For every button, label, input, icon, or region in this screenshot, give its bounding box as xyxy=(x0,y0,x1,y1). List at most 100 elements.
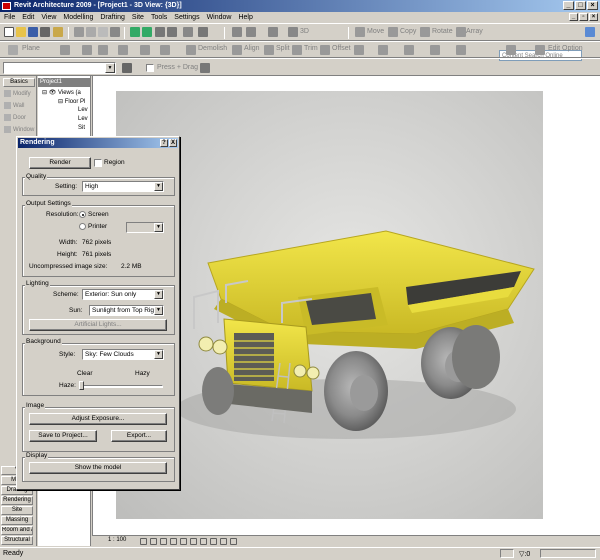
tool-icon[interactable] xyxy=(82,45,92,55)
filter-icon[interactable]: ▽:0 xyxy=(519,549,530,560)
design-tab-room-area[interactable]: Room and Area xyxy=(1,526,33,535)
design-tab-site[interactable]: Site xyxy=(1,506,33,515)
print-icon[interactable] xyxy=(40,27,50,37)
tool-icon[interactable] xyxy=(430,45,440,55)
tool-icon[interactable] xyxy=(456,45,466,55)
design-item-wall[interactable]: Wall xyxy=(4,102,24,109)
background-style-select[interactable]: Sky: Few Clouds ▼ xyxy=(82,349,164,360)
export-button[interactable]: Export... xyxy=(111,430,167,442)
lock-icon[interactable] xyxy=(230,538,237,545)
save-icon[interactable] xyxy=(28,27,38,37)
demolish-label[interactable]: Demolish xyxy=(198,45,227,52)
menu-window[interactable]: Window xyxy=(207,14,232,21)
redo-icon[interactable] xyxy=(142,27,152,37)
split-label[interactable]: Split xyxy=(276,45,290,52)
callout-icon[interactable] xyxy=(268,27,278,37)
save-to-project-button[interactable]: Save to Project... xyxy=(29,430,97,442)
region-checkbox[interactable] xyxy=(94,159,102,167)
move-icon[interactable] xyxy=(355,27,365,37)
tree-node-floor-plans[interactable]: ⊟ Floor Pl xyxy=(58,98,85,105)
shadows-icon[interactable] xyxy=(160,538,167,545)
design-item-door[interactable]: Door xyxy=(4,114,26,121)
design-tab-massing[interactable]: Massing xyxy=(1,516,33,525)
tree-node-level[interactable]: Lev xyxy=(78,116,88,122)
tool-icon[interactable] xyxy=(404,45,414,55)
copy-label[interactable]: Copy xyxy=(400,28,416,35)
tool-icon[interactable] xyxy=(118,45,128,55)
edit-option-icon[interactable] xyxy=(535,45,545,55)
crop-icon[interactable] xyxy=(180,538,187,545)
artificial-lights-button[interactable]: Artificial Lights... xyxy=(29,319,167,331)
rotate-label[interactable]: Rotate xyxy=(432,28,453,35)
tool-icon[interactable] xyxy=(506,45,516,55)
menu-view[interactable]: View xyxy=(41,14,56,21)
measure-icon[interactable] xyxy=(155,27,165,37)
printer-dpi-select[interactable]: ▼ xyxy=(126,222,164,233)
array-label[interactable]: Array xyxy=(466,28,483,35)
design-tab-structural[interactable]: Structural xyxy=(1,536,33,545)
hide-isolate-icon[interactable] xyxy=(200,538,207,545)
tree-node-level[interactable]: Lev xyxy=(78,107,88,113)
offset-icon[interactable] xyxy=(320,45,330,55)
elevation-icon[interactable] xyxy=(232,27,242,37)
offset-label[interactable]: Offset xyxy=(332,45,351,52)
press-drag-checkbox[interactable] xyxy=(146,64,154,72)
menu-site[interactable]: Site xyxy=(132,14,144,21)
tree-node-site[interactable]: Sit xyxy=(78,125,85,131)
demolish-icon[interactable] xyxy=(186,45,196,55)
mdi-close-button[interactable]: × xyxy=(589,13,598,21)
menu-drafting[interactable]: Drafting xyxy=(100,14,125,21)
screen-radio[interactable] xyxy=(79,211,86,218)
menu-file[interactable]: File xyxy=(4,14,15,21)
sun-select[interactable]: Sunlight from Top Right ▼ xyxy=(89,305,164,316)
revit-app-icon[interactable] xyxy=(2,2,11,10)
design-item-window[interactable]: Window xyxy=(4,126,34,133)
help-button[interactable]: ? xyxy=(160,139,168,147)
tool-icon[interactable] xyxy=(378,45,388,55)
section-icon[interactable] xyxy=(246,27,256,37)
zoom-icon[interactable] xyxy=(198,27,208,37)
haze-slider-thumb[interactable] xyxy=(79,381,84,390)
properties-icon[interactable] xyxy=(122,63,132,73)
tool-icon[interactable] xyxy=(140,45,150,55)
menu-modelling[interactable]: Modelling xyxy=(63,14,93,21)
mdi-restore-button[interactable]: ▫ xyxy=(579,13,588,21)
menu-help[interactable]: Help xyxy=(238,14,252,21)
printer-radio[interactable] xyxy=(79,223,86,230)
array-icon[interactable] xyxy=(456,27,466,37)
edit-option-label[interactable]: Edit Option xyxy=(548,45,583,52)
open-icon[interactable] xyxy=(16,27,26,37)
tool-icon[interactable] xyxy=(98,45,108,55)
new-icon[interactable] xyxy=(4,27,14,37)
tag-icon[interactable] xyxy=(167,27,177,37)
rendering-dialog-titlebar[interactable]: Rendering ? X xyxy=(18,138,178,148)
trim-label[interactable]: Trim xyxy=(304,45,318,52)
match-icon[interactable] xyxy=(110,27,120,37)
menu-edit[interactable]: Edit xyxy=(22,14,34,21)
trim-icon[interactable] xyxy=(292,45,302,55)
tool-icon[interactable] xyxy=(354,45,364,55)
design-item-modify[interactable]: Modify xyxy=(4,90,31,97)
move-label[interactable]: Move xyxy=(367,28,384,35)
view-scale[interactable]: 1 : 100 xyxy=(108,537,126,543)
plane-icon[interactable] xyxy=(8,45,18,55)
rotate-icon[interactable] xyxy=(420,27,430,37)
menu-tools[interactable]: Tools xyxy=(151,14,167,21)
split-icon[interactable] xyxy=(264,45,274,55)
maximize-button[interactable]: □ xyxy=(575,1,586,10)
design-tab-rendering[interactable]: Rendering xyxy=(1,496,33,505)
tool-icon[interactable] xyxy=(60,45,70,55)
minimize-button[interactable]: _ xyxy=(563,1,574,10)
plane-label[interactable]: Plane xyxy=(22,45,40,52)
adjust-exposure-button[interactable]: Adjust Exposure... xyxy=(29,413,167,425)
menu-settings[interactable]: Settings xyxy=(174,14,199,21)
spell-icon[interactable] xyxy=(53,27,63,37)
copy-tool-icon[interactable] xyxy=(388,27,398,37)
type-selector[interactable]: ▼ xyxy=(3,62,116,74)
dialog-close-button[interactable]: X xyxy=(169,139,177,147)
render-button[interactable]: Render xyxy=(29,157,91,169)
search-go-icon[interactable] xyxy=(585,27,595,37)
3d-view-icon[interactable] xyxy=(288,27,298,37)
show-model-button[interactable]: Show the model xyxy=(29,462,167,474)
undo-icon[interactable] xyxy=(130,27,140,37)
